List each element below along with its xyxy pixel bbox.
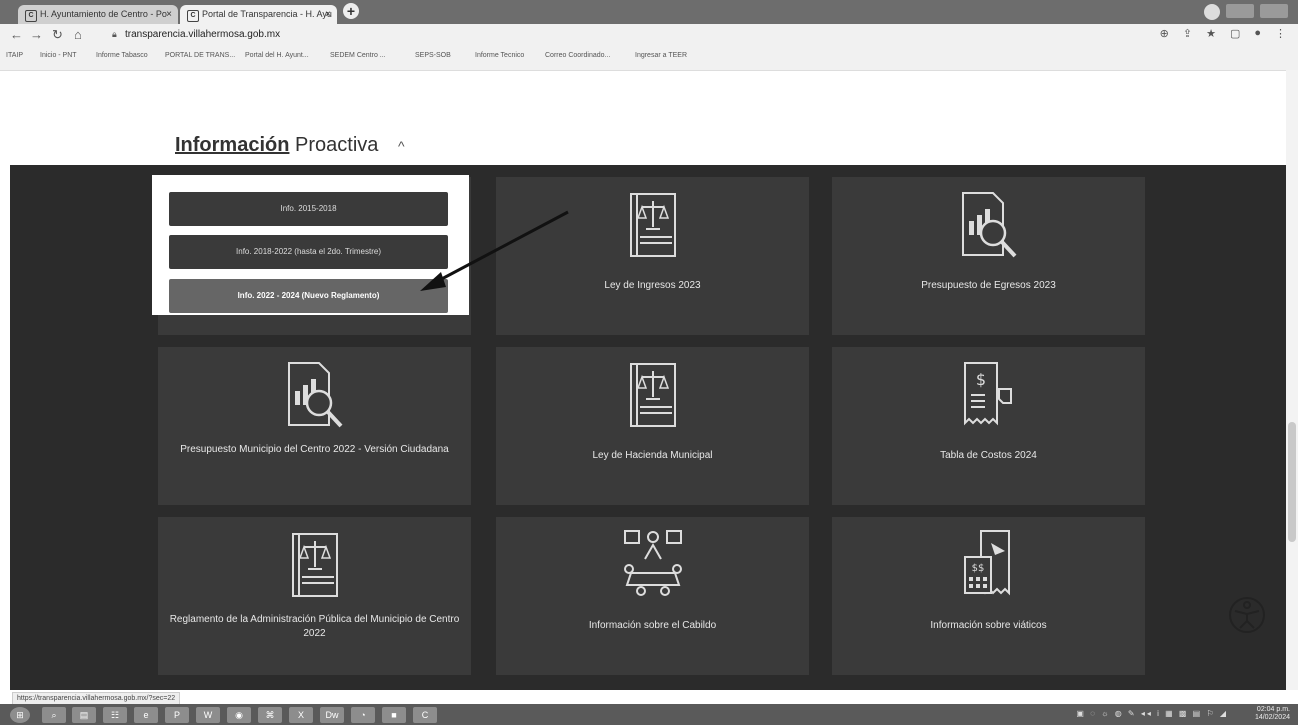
excel-icon[interactable]: X xyxy=(289,707,313,723)
bookmark-item[interactable]: Inicio - PNT xyxy=(40,52,77,59)
bookmark-item[interactable]: Portal del H. Ayunt... xyxy=(245,52,309,59)
bookmark-item[interactable]: SEPS-SOB xyxy=(415,52,451,59)
os-taskbar: ⊞ ⌕ ▤ ☷ e P W ◉ ⌘ X Dw ◔ ■ C ▣ ◌ ☼ ◍ ✎ ◂… xyxy=(0,704,1298,725)
svg-text:$: $ xyxy=(975,370,985,389)
site-favicon-icon: C xyxy=(187,10,199,22)
word-icon[interactable]: W xyxy=(196,707,220,723)
browser-toolbar: ⊕ ⇪ ★ ▢ ● ⋮ xyxy=(1160,27,1286,40)
heading-rest: Proactiva xyxy=(295,134,379,156)
scrollbar-thumb[interactable] xyxy=(1288,422,1296,542)
law-book-icon xyxy=(629,363,676,427)
budget-report-icon xyxy=(961,192,1016,258)
address-bar-row: ← → ↻ ⌂ 🔒︎ transparencia.villahermosa.go… xyxy=(0,24,1298,46)
menu-icon[interactable]: ⋮ xyxy=(1275,27,1286,40)
heading-bold: Información xyxy=(175,134,290,156)
page-scrollbar[interactable] xyxy=(1286,70,1298,690)
home-icon[interactable]: ⌂ xyxy=(74,27,82,42)
sidebar-icon[interactable]: ▢ xyxy=(1230,27,1240,40)
browser-tab-transparencia[interactable]: C Portal de Transparencia - H. Ayu × xyxy=(180,5,337,24)
card-label: Tabla de Costos 2024 xyxy=(940,450,1037,461)
council-icon xyxy=(623,530,682,596)
media-icon[interactable]: ■ xyxy=(382,707,406,723)
card-informacion-viaticos[interactable]: $$ Información sobre viáticos xyxy=(832,517,1145,675)
publisher-icon[interactable]: P xyxy=(165,707,189,723)
app-icon[interactable]: ◔ xyxy=(351,707,375,723)
card-label: Presupuesto de Egresos 2023 xyxy=(921,280,1056,291)
chrome-icon[interactable]: ◉ xyxy=(227,707,251,723)
profile-icon[interactable] xyxy=(1204,4,1220,20)
close-tab-icon[interactable]: × xyxy=(166,5,172,24)
card-presupuesto-egresos-2023[interactable]: Presupuesto de Egresos 2023 xyxy=(832,177,1145,335)
edge-icon[interactable]: e xyxy=(134,707,158,723)
new-tab-button[interactable]: + xyxy=(343,3,359,19)
budget-report-icon xyxy=(287,362,342,428)
share-icon[interactable]: ⇪ xyxy=(1183,27,1192,40)
forward-icon[interactable]: → xyxy=(30,27,43,42)
start-button[interactable]: ⊞ xyxy=(10,707,30,723)
bookmark-item[interactable]: SEDEM Centro ... xyxy=(330,52,386,59)
card-presupuesto-municipio[interactable]: Presupuesto Municipio del Centro 2022 - … xyxy=(158,347,471,505)
browser-tab-bar: C H. Ayuntamiento de Centro - Po × C Por… xyxy=(0,0,1298,24)
back-icon[interactable]: ← xyxy=(10,27,23,42)
card-informacion-cabildo[interactable]: Información sobre el Cabildo xyxy=(496,517,809,675)
bookmark-item[interactable]: Informe Tabasco xyxy=(96,52,148,59)
browser-tab-ayuntamiento[interactable]: C H. Ayuntamiento de Centro - Po × xyxy=(18,5,178,24)
bookmark-item[interactable]: Correo Coordinado... xyxy=(545,52,610,59)
travel-expenses-icon: $$ xyxy=(963,530,1010,596)
minimize-button[interactable] xyxy=(1226,4,1254,18)
accessibility-icon[interactable] xyxy=(1227,595,1267,635)
years-dropdown-menu: Info. 2015-2018 Info. 2018-2022 (hasta e… xyxy=(152,175,469,315)
page-content: Información Proactiva ^ Ley de Ingresos … xyxy=(0,71,1298,690)
law-book-icon xyxy=(291,533,338,597)
site-favicon-icon: C xyxy=(25,10,37,22)
vscode-icon[interactable]: ⌘ xyxy=(258,707,282,723)
lock-icon[interactable]: 🔒︎ xyxy=(112,29,117,40)
bookmark-item[interactable]: Informe Tecnico xyxy=(475,52,524,59)
url-field[interactable]: transparencia.villahermosa.gob.mx xyxy=(125,29,280,40)
card-ley-ingresos-2023[interactable]: Ley de Ingresos 2023 xyxy=(496,177,809,335)
receipt-icon: $ xyxy=(963,362,1012,426)
law-book-icon xyxy=(629,193,676,257)
card-reglamento-administracion[interactable]: Reglamento de la Administración Pública … xyxy=(158,517,471,675)
card-label: Reglamento de la Administración Pública … xyxy=(169,614,460,639)
system-tray[interactable]: ▣ ◌ ☼ ◍ ✎ ◂◂ i ▦ ▩ ▤ ⚐ ◢ xyxy=(1076,709,1228,718)
info-2022-2024-button[interactable]: Info. 2022 - 2024 (Nuevo Reglamento) xyxy=(169,279,448,313)
task-view-icon[interactable]: ☷ xyxy=(103,707,127,723)
tab-label: H. Ayuntamiento de Centro - Po xyxy=(40,9,167,19)
card-label: Presupuesto Municipio del Centro 2022 - … xyxy=(180,444,449,455)
collapse-caret-icon[interactable]: ^ xyxy=(398,138,405,154)
search-icon[interactable]: ⌕ xyxy=(42,707,66,723)
section-heading[interactable]: Información Proactiva ^ xyxy=(175,134,405,157)
maximize-button[interactable] xyxy=(1260,4,1288,18)
svg-text:$$: $$ xyxy=(971,563,984,574)
browser-icon[interactable]: C xyxy=(413,707,437,723)
dreamweaver-icon[interactable]: Dw xyxy=(320,707,344,723)
bookmark-item[interactable]: ITAIP xyxy=(6,52,23,59)
bookmark-item[interactable]: PORTAL DE TRANS... xyxy=(165,52,235,59)
reload-icon[interactable]: ↻ xyxy=(52,27,63,43)
clock-time: 02:04 p.m. xyxy=(1256,706,1290,713)
card-ley-hacienda[interactable]: Ley de Hacienda Municipal xyxy=(496,347,809,505)
window-controls xyxy=(1204,4,1288,20)
card-label: Ley de Ingresos 2023 xyxy=(604,280,701,291)
card-label: Ley de Hacienda Municipal xyxy=(592,450,713,461)
zoom-icon[interactable]: ⊕ xyxy=(1160,27,1169,40)
info-2018-2022-button[interactable]: Info. 2018-2022 (hasta el 2do. Trimestre… xyxy=(169,235,448,269)
file-explorer-icon[interactable]: ▤ xyxy=(72,707,96,723)
info-2015-2018-button[interactable]: Info. 2015-2018 xyxy=(169,192,448,226)
profile-icon[interactable]: ● xyxy=(1254,27,1261,40)
bookmark-star-icon[interactable]: ★ xyxy=(1206,27,1216,40)
bookmark-item[interactable]: Ingresar a TEER xyxy=(635,52,687,59)
card-tabla-costos-2024[interactable]: $ Tabla de Costos 2024 xyxy=(832,347,1145,505)
tab-label: Portal de Transparencia - H. Ayu xyxy=(202,9,332,19)
card-label: Información sobre viáticos xyxy=(930,620,1047,631)
taskbar-clock[interactable]: 02:04 p.m. 14/02/2024 xyxy=(1255,706,1290,722)
close-tab-icon[interactable]: × xyxy=(325,5,331,24)
clock-date: 14/02/2024 xyxy=(1254,714,1290,721)
card-label: Información sobre el Cabildo xyxy=(588,620,717,631)
bookmarks-bar: ITAIP Inicio - PNT Informe Tabasco PORTA… xyxy=(0,46,1298,71)
